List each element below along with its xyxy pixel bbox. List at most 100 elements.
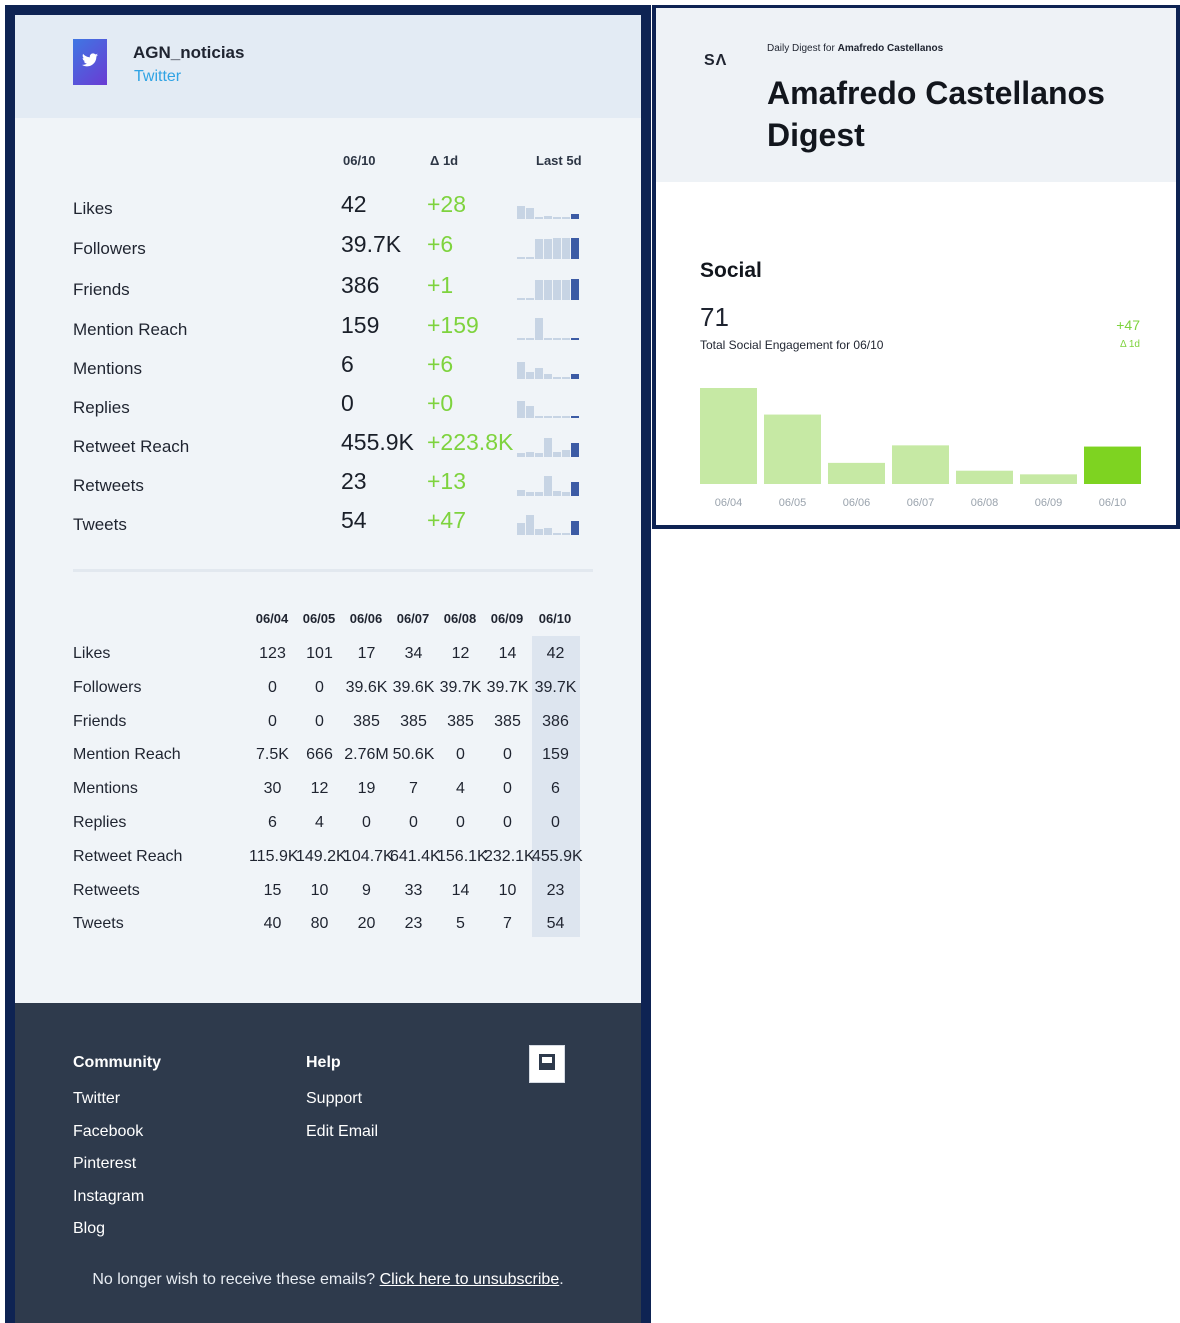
engagement-tick-label: 06/05	[779, 497, 807, 509]
engagement-bar-06-04	[700, 388, 757, 484]
footer-link-facebook[interactable]: Facebook	[73, 1123, 143, 1141]
sparkline	[517, 429, 579, 457]
sparkline	[517, 191, 579, 219]
history-cell: 10	[310, 881, 329, 899]
summary-value: 39.7K	[341, 231, 402, 257]
history-date-header: 06/04	[255, 611, 289, 626]
sparkline-bar	[553, 238, 561, 259]
history-cell: 123	[259, 645, 286, 662]
summary-row-friends: Friends 386 +1	[73, 270, 593, 309]
sparkline-bar	[535, 416, 543, 418]
sparkline-bar	[571, 443, 579, 457]
footer-link-instagram[interactable]: Instagram	[73, 1188, 144, 1206]
footer-link-pinterest[interactable]: Pinterest	[73, 1155, 136, 1173]
history-row-retweets: Retweets 15 10 9 33 14 10 23	[73, 874, 593, 908]
history-cell: 40	[263, 915, 282, 933]
history-cell: 6	[551, 780, 560, 798]
summary-row-retweet-reach: Retweet Reach 455.9K +223.8K	[73, 427, 593, 466]
history-cell: 0	[503, 780, 512, 798]
summary-delta: +6	[427, 231, 454, 257]
sparkline	[517, 231, 579, 259]
history-cell: 17	[357, 645, 376, 662]
history-cell: 0	[551, 814, 560, 831]
sparkline-bar	[526, 406, 534, 418]
account-digest-panel: AGN_noticias Twitter 06/10 Δ 1d Last 5d …	[5, 5, 651, 1323]
history-cell: 33	[404, 881, 423, 899]
history-cell: 4	[456, 780, 465, 798]
history-cell: 159	[542, 746, 569, 764]
history-cell: 156.1K	[437, 847, 488, 865]
history-cell: 101	[306, 645, 333, 662]
history-cell: 386	[542, 712, 569, 730]
sparkline-bar	[535, 529, 543, 535]
footer-link-edit-email[interactable]: Edit Email	[306, 1123, 378, 1141]
history-cell: 30	[263, 780, 282, 798]
history-cell: 50.6K	[392, 746, 435, 764]
history-cell: 14	[498, 645, 517, 662]
history-date-header: 06/05	[302, 611, 336, 626]
summary-delta: +47	[427, 507, 467, 533]
summary-value: 54	[341, 507, 367, 533]
summary-value: 386	[341, 272, 380, 298]
sparkline-bar	[562, 377, 570, 379]
history-cell: 385	[400, 712, 427, 730]
summary-label: Tweets	[73, 515, 127, 534]
history-row-replies: Replies 6 4 0 0 0 0 0	[73, 806, 593, 840]
history-date-header: 06/09	[490, 611, 524, 626]
sparkline-bar	[562, 338, 570, 340]
engagement-bar-06-06	[828, 462, 885, 484]
sparkline-bar	[535, 453, 543, 457]
digest-header: SΛ Daily Digest for Amafredo Castellanos…	[656, 8, 1176, 182]
footer: Community Twitter Facebook Pinterest Ins…	[15, 1003, 641, 1323]
footer-link-twitter[interactable]: Twitter	[73, 1090, 120, 1108]
summary-value: 0	[341, 390, 354, 416]
sparkline-bar	[535, 239, 543, 259]
summary-row-followers: Followers 39.7K +6	[73, 229, 593, 268]
history-cell: 15	[263, 881, 282, 899]
history-cell: 0	[409, 814, 418, 831]
unsubscribe-text: No longer wish to receive these emails?	[92, 1271, 376, 1288]
digest-kicker-text: Daily Digest for	[767, 43, 835, 54]
footer-link-support[interactable]: Support	[306, 1090, 362, 1108]
sparkline-bar	[517, 490, 525, 496]
history-cell: 0	[362, 814, 371, 831]
summary-row-retweets: Retweets 23 +13	[73, 466, 593, 505]
summary-label: Replies	[73, 398, 130, 417]
footer-link-blog[interactable]: Blog	[73, 1220, 105, 1238]
sparkline-bar	[517, 206, 525, 219]
sparkline-bar	[571, 238, 579, 259]
digest-title: Amafredo Castellanos Digest	[767, 75, 1105, 153]
sparkline-bar	[526, 257, 534, 259]
sparkline-bar	[517, 401, 525, 418]
summary-delta: +159	[427, 312, 479, 338]
summary-row-mentions: Mentions 6 +6	[73, 349, 593, 388]
engagement-bar-chart: 06/04 06/05 06/06 06/07 06/08 06/09 06/10	[700, 388, 1141, 509]
social-total-caption: Total Social Engagement for 06/10	[700, 338, 884, 352]
history-label: Followers	[73, 678, 142, 696]
history-cell: 232.1K	[484, 847, 535, 865]
sparkline-bar	[535, 318, 543, 340]
unsubscribe-line: No longer wish to receive these emails? …	[15, 1271, 641, 1289]
brand-image-box[interactable]	[529, 1045, 565, 1083]
history-label: Mention Reach	[73, 746, 181, 764]
sparkline-bar	[562, 280, 570, 300]
history-cell: 23	[404, 915, 423, 933]
summary-label: Retweet Reach	[73, 437, 190, 456]
sparkline-bar	[517, 257, 525, 259]
sparkline-bar	[562, 492, 570, 496]
unsubscribe-link[interactable]: Click here to unsubscribe	[380, 1271, 560, 1288]
history-cell: 115.9K	[249, 847, 299, 865]
history-cell: 39.7K	[439, 678, 482, 696]
sparkline-bar	[535, 492, 543, 496]
sparkline-bar	[517, 362, 525, 379]
history-label: Retweet Reach	[73, 847, 183, 865]
sparkline-bar	[553, 377, 561, 379]
history-cell: 0	[315, 678, 324, 696]
sparkline-bar	[544, 216, 552, 219]
engagement-bar-06-07	[892, 445, 949, 484]
history-label: Likes	[73, 645, 111, 662]
sparkline-bar	[562, 217, 570, 219]
account-network-link[interactable]: Twitter	[134, 68, 181, 86]
history-cell: 0	[503, 814, 512, 831]
history-cell: 0	[456, 814, 465, 831]
